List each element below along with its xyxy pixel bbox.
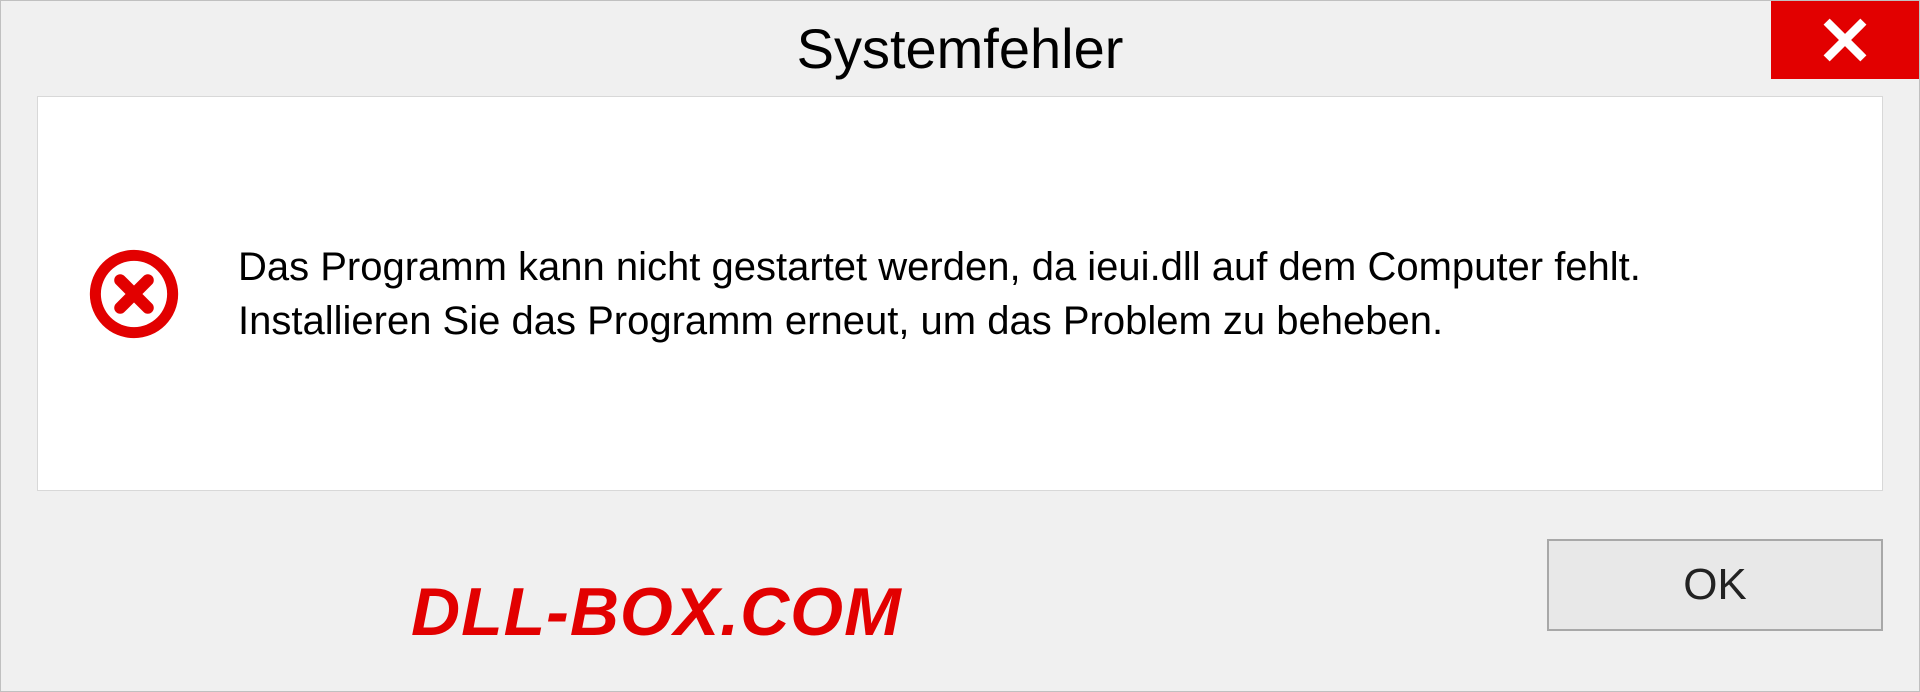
ok-button[interactable]: OK <box>1547 539 1883 631</box>
content-area: Das Programm kann nicht gestartet werden… <box>37 96 1883 491</box>
dialog-title: Systemfehler <box>797 16 1124 81</box>
error-message: Das Programm kann nicht gestartet werden… <box>238 240 1788 348</box>
error-icon <box>88 248 180 340</box>
close-button[interactable] <box>1771 1 1919 79</box>
titlebar: Systemfehler <box>1 1 1919 96</box>
error-dialog: Systemfehler Das Programm kann nicht ges… <box>0 0 1920 692</box>
close-icon <box>1822 17 1868 63</box>
footer: DLL-BOX.COM OK <box>1 491 1919 691</box>
watermark-text: DLL-BOX.COM <box>411 573 902 651</box>
